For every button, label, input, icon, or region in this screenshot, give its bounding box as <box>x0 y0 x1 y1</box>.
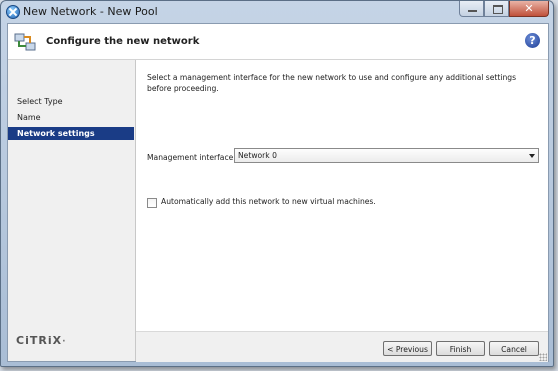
citrix-logo-mark: · <box>62 337 67 347</box>
management-interface-select[interactable]: Network 0 <box>234 148 539 163</box>
sidebar-item-name: Name <box>17 113 41 122</box>
previous-button[interactable]: < Previous <box>383 341 432 356</box>
xencenter-icon <box>6 5 20 19</box>
maximize-icon <box>493 5 503 14</box>
page-title: Configure the new network <box>46 36 200 47</box>
wizard-content: Select a management interface for the ne… <box>136 60 548 331</box>
window-title: New Network - New Pool <box>23 5 158 18</box>
resize-grip[interactable] <box>539 353 547 361</box>
chevron-down-icon <box>529 154 535 158</box>
management-interface-value: Network 0 <box>238 151 277 160</box>
management-interface-label: Management interface: <box>147 153 236 162</box>
auto-add-label[interactable]: Automatically add this network to new vi… <box>161 197 376 206</box>
minimize-icon <box>468 10 477 12</box>
wizard-steps-sidebar: Select Type Name Network settings CiTRiX… <box>8 60 136 361</box>
sidebar-item-network-settings: Network settings <box>8 127 134 140</box>
network-wizard-icon <box>14 33 36 51</box>
wizard-footer: < Previous Finish Cancel <box>136 331 548 362</box>
minimize-button[interactable] <box>459 1 484 17</box>
wizard-header: Configure the new network ? <box>8 24 548 60</box>
help-icon[interactable]: ? <box>525 33 540 48</box>
instructions-text: Select a management interface for the ne… <box>147 73 517 93</box>
finish-button[interactable]: Finish <box>436 341 485 356</box>
title-bar[interactable]: New Network - New Pool ✕ <box>1 1 553 23</box>
auto-add-checkbox[interactable] <box>147 198 157 208</box>
sidebar-item-select-type: Select Type <box>17 97 63 106</box>
close-button[interactable]: ✕ <box>509 1 549 17</box>
wizard-client-area: Configure the new network ? Select Type … <box>7 23 549 362</box>
close-icon: ✕ <box>524 2 534 15</box>
cancel-button[interactable]: Cancel <box>489 341 539 356</box>
caption-buttons: ✕ <box>459 1 549 17</box>
citrix-logo-text: CiTRiX <box>16 334 63 347</box>
wizard-window: New Network - New Pool ✕ Configure the n… <box>0 0 554 367</box>
citrix-logo: CiTRiX· <box>16 334 67 347</box>
maximize-button[interactable] <box>484 1 509 17</box>
